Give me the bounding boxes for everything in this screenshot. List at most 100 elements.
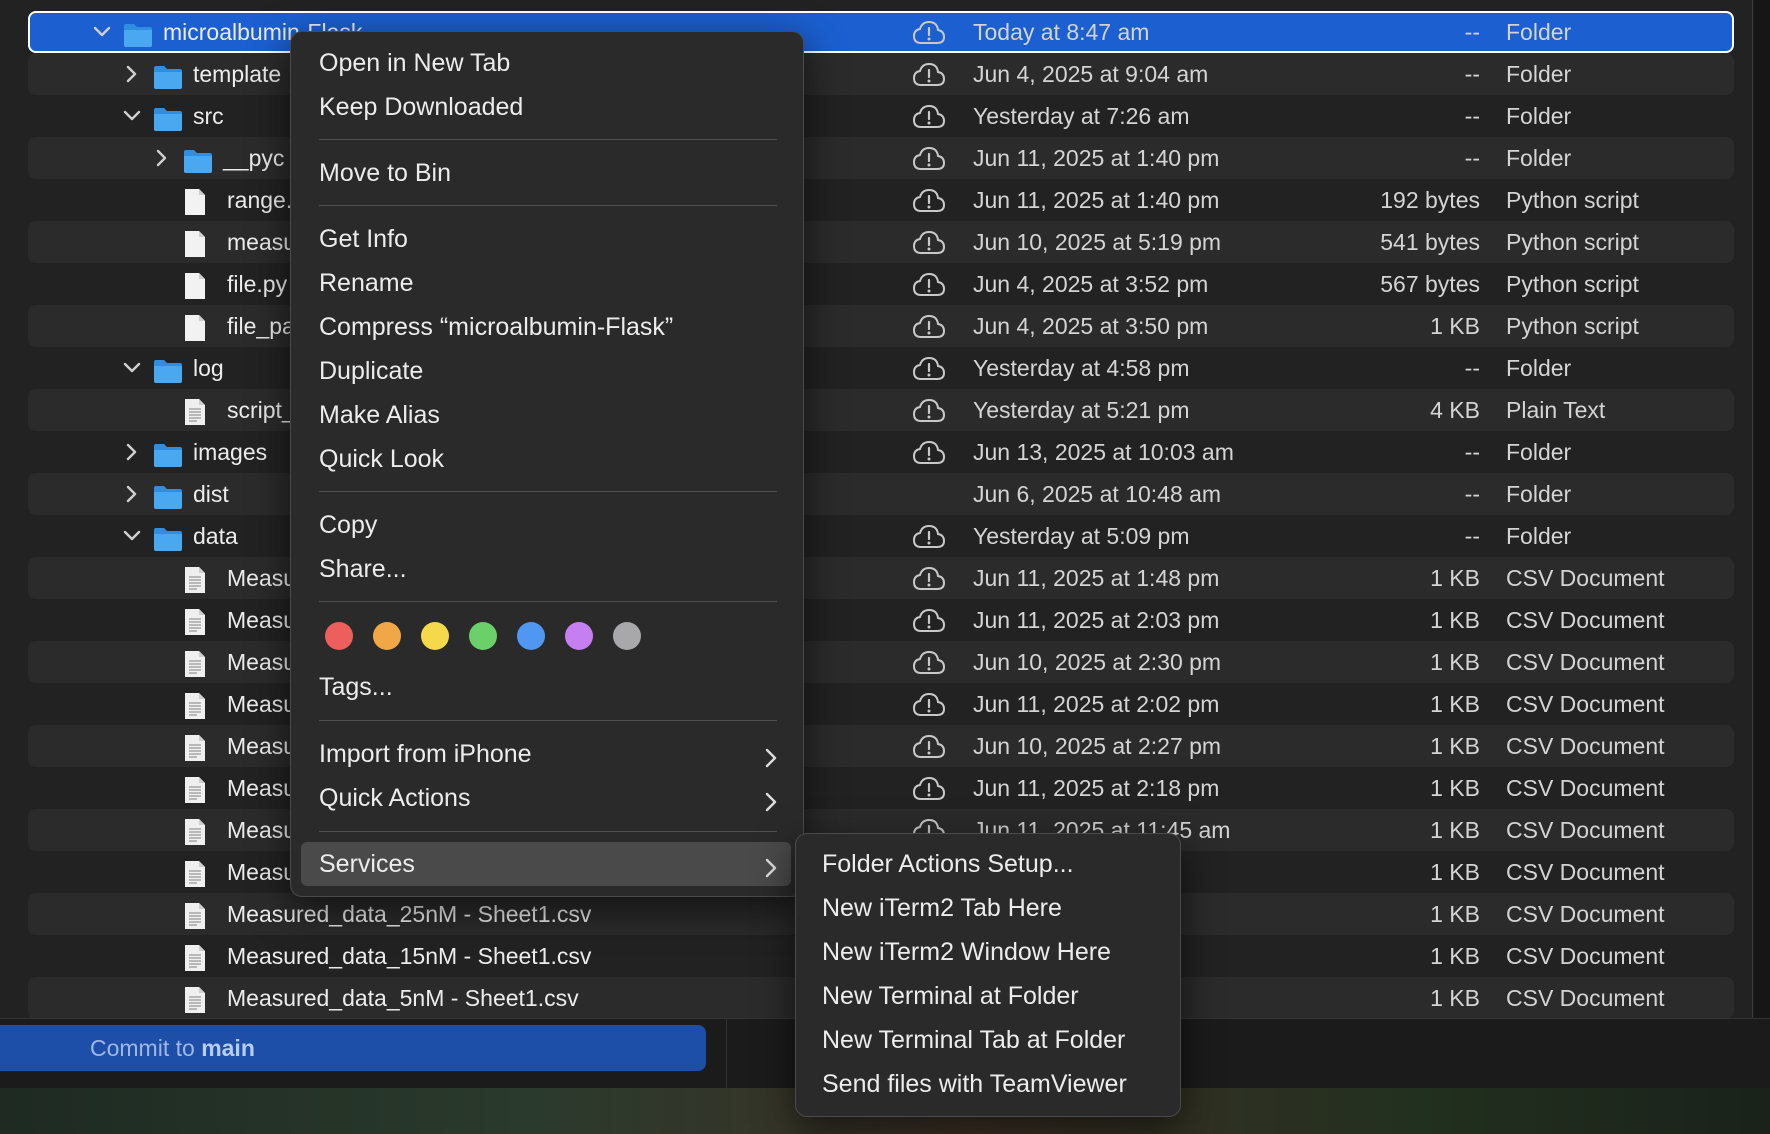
file-kind: CSV Document xyxy=(1506,985,1665,1011)
file-kind: CSV Document xyxy=(1506,859,1665,885)
table-row[interactable]: log Yesterday at 4:58 pm -- Folder xyxy=(28,347,1734,389)
date-modified: Yesterday at 4:58 pm xyxy=(973,355,1190,381)
file-kind: Python script xyxy=(1506,187,1639,213)
date-modified: Yesterday at 5:09 pm xyxy=(973,523,1190,549)
table-row[interactable]: src Yesterday at 7:26 am -- Folder xyxy=(28,95,1734,137)
menu-item-rename[interactable]: Rename xyxy=(319,267,414,299)
menu-item-services[interactable]: Services xyxy=(319,848,777,880)
table-row[interactable]: measu Jun 10, 2025 at 5:19 pm 541 bytes Pyt… xyxy=(28,221,1734,263)
file-size: 1 KB xyxy=(1430,565,1480,591)
file-name: __pyc xyxy=(223,145,285,171)
file-size: 1 KB xyxy=(1430,775,1480,801)
menu-item-copy[interactable]: Copy xyxy=(319,509,377,541)
file-size: 4 KB xyxy=(1430,397,1480,423)
file-name: Measured_data_5nM - Sheet1.csv xyxy=(227,985,579,1011)
file-name: images xyxy=(193,439,268,465)
menu-separator xyxy=(319,831,777,832)
table-row[interactable]: images Jun 13, 2025 at 10:03 am -- Folder xyxy=(28,431,1734,473)
file-name: Measu xyxy=(227,859,297,885)
menu-item-import-iphone[interactable]: Import from iPhone xyxy=(319,738,777,770)
commit-button[interactable]: Commit to main xyxy=(0,1025,706,1071)
menu-item-folder-actions-setup[interactable]: Folder Actions Setup... xyxy=(822,848,1074,880)
tag-red[interactable] xyxy=(325,622,353,650)
chevron-down-icon[interactable] xyxy=(123,347,141,389)
table-row-selected[interactable]: microalbumin-Flask Today at 8:47 am -- Fold… xyxy=(28,11,1734,53)
table-row[interactable]: Measu Jun 11, 2025 at 2:02 pm 1 KB CSV Docu… xyxy=(28,683,1734,725)
services-submenu: Folder Actions Setup... New iTerm2 Tab H… xyxy=(795,833,1181,1117)
file-kind: Python script xyxy=(1506,229,1639,255)
file-size: 1 KB xyxy=(1430,649,1480,675)
chevron-right-icon[interactable] xyxy=(123,53,141,95)
table-row[interactable]: range. Jun 11, 2025 at 1:40 pm 192 bytes Py… xyxy=(28,179,1734,221)
tag-blue[interactable] xyxy=(517,622,545,650)
file-kind: CSV Document xyxy=(1506,775,1665,801)
menu-item-new-terminal-at-folder[interactable]: New Terminal at Folder xyxy=(822,980,1079,1012)
chevron-right-icon xyxy=(765,788,777,820)
chevron-right-icon[interactable] xyxy=(123,431,141,473)
date-modified: Jun 11, 2025 at 2:18 pm xyxy=(973,775,1220,801)
date-modified: Jun 10, 2025 at 2:27 pm xyxy=(973,733,1222,759)
table-row[interactable]: template Jun 4, 2025 at 9:04 am -- Folder xyxy=(28,53,1734,95)
file-size: 1 KB xyxy=(1430,943,1480,969)
date-modified: Jun 4, 2025 at 3:52 pm xyxy=(973,271,1209,297)
table-row[interactable]: dist Jun 6, 2025 at 10:48 am -- Folder xyxy=(28,473,1734,515)
tag-orange[interactable] xyxy=(373,622,401,650)
menu-item-quick-actions[interactable]: Quick Actions xyxy=(319,782,777,814)
chevron-right-icon xyxy=(765,744,777,776)
chevron-right-icon[interactable] xyxy=(153,137,171,179)
date-modified: Jun 11, 2025 at 1:40 pm xyxy=(973,187,1220,213)
date-modified: Jun 10, 2025 at 2:30 pm xyxy=(973,649,1222,675)
table-row[interactable]: Measu Jun 11, 2025 at 2:03 pm 1 KB CSV Docu… xyxy=(28,599,1734,641)
date-modified: Jun 4, 2025 at 9:04 am xyxy=(973,61,1209,87)
tag-yellow[interactable] xyxy=(421,622,449,650)
menu-item-keep-downloaded[interactable]: Keep Downloaded xyxy=(319,91,523,123)
menu-item-make-alias[interactable]: Make Alias xyxy=(319,399,440,431)
tag-green[interactable] xyxy=(469,622,497,650)
menu-item-duplicate[interactable]: Duplicate xyxy=(319,355,423,387)
date-modified: Yesterday at 5:21 pm xyxy=(973,397,1190,423)
menu-separator xyxy=(319,601,777,602)
table-row[interactable]: script_ Yesterday at 5:21 pm 4 KB Plain Tex… xyxy=(28,389,1734,431)
menu-item-quick-look[interactable]: Quick Look xyxy=(319,443,444,475)
chevron-down-icon[interactable] xyxy=(123,515,141,557)
file-size: 541 bytes xyxy=(1380,229,1480,255)
chevron-down-icon[interactable] xyxy=(123,95,141,137)
file-name: Measu xyxy=(227,607,297,633)
menu-item-open-new-tab[interactable]: Open in New Tab xyxy=(319,47,510,79)
menu-item-move-to-bin[interactable]: Move to Bin xyxy=(319,157,451,189)
menu-item-share[interactable]: Share... xyxy=(319,553,407,585)
table-row[interactable]: Measu Jun 11, 2025 at 1:48 pm 1 KB CSV Docu… xyxy=(28,557,1734,599)
chevron-right-icon[interactable] xyxy=(123,473,141,515)
table-row[interactable]: Measu Jun 11, 2025 at 2:18 pm 1 KB CSV Docu… xyxy=(28,767,1734,809)
table-row[interactable]: __pyc Jun 11, 2025 at 1:40 pm -- Folder xyxy=(28,137,1734,179)
file-kind: CSV Document xyxy=(1506,691,1665,717)
file-size: 1 KB xyxy=(1430,733,1480,759)
file-name: file.py xyxy=(227,271,288,297)
menu-item-tags[interactable]: Tags... xyxy=(319,671,393,703)
menu-item-compress[interactable]: Compress “microalbumin-Flask” xyxy=(319,311,673,343)
file-name: measu xyxy=(227,229,297,255)
chevron-down-icon[interactable] xyxy=(93,11,111,53)
tag-purple[interactable] xyxy=(565,622,593,650)
file-size: 1 KB xyxy=(1430,691,1480,717)
menu-item-new-iterm2-tab[interactable]: New iTerm2 Tab Here xyxy=(822,892,1062,924)
table-row[interactable]: file.py Jun 4, 2025 at 3:52 pm 567 bytes Py… xyxy=(28,263,1734,305)
file-size: 1 KB xyxy=(1430,313,1480,339)
menu-item-new-terminal-tab-at-folder[interactable]: New Terminal Tab at Folder xyxy=(822,1024,1125,1056)
file-kind: Python script xyxy=(1506,313,1639,339)
menu-item-new-iterm2-window[interactable]: New iTerm2 Window Here xyxy=(822,936,1111,968)
chevron-right-icon xyxy=(765,854,777,886)
file-kind: Folder xyxy=(1506,481,1572,507)
table-row[interactable]: data Yesterday at 5:09 pm -- Folder xyxy=(28,515,1734,557)
file-size: -- xyxy=(1464,481,1480,507)
date-modified: Jun 13, 2025 at 10:03 am xyxy=(973,439,1234,465)
table-row[interactable]: Measu Jun 10, 2025 at 2:30 pm 1 KB CSV Docu… xyxy=(28,641,1734,683)
menu-item-get-info[interactable]: Get Info xyxy=(319,223,408,255)
menu-item-send-teamviewer[interactable]: Send files with TeamViewer xyxy=(822,1068,1127,1100)
table-row[interactable]: Measu Jun 10, 2025 at 2:27 pm 1 KB CSV Docu… xyxy=(28,725,1734,767)
file-name: file_pa xyxy=(227,313,295,339)
table-row[interactable]: file_pa Jun 4, 2025 at 3:50 pm 1 KB Python … xyxy=(28,305,1734,347)
menu-separator xyxy=(319,491,777,492)
file-size: -- xyxy=(1464,19,1480,45)
tag-gray[interactable] xyxy=(613,622,641,650)
